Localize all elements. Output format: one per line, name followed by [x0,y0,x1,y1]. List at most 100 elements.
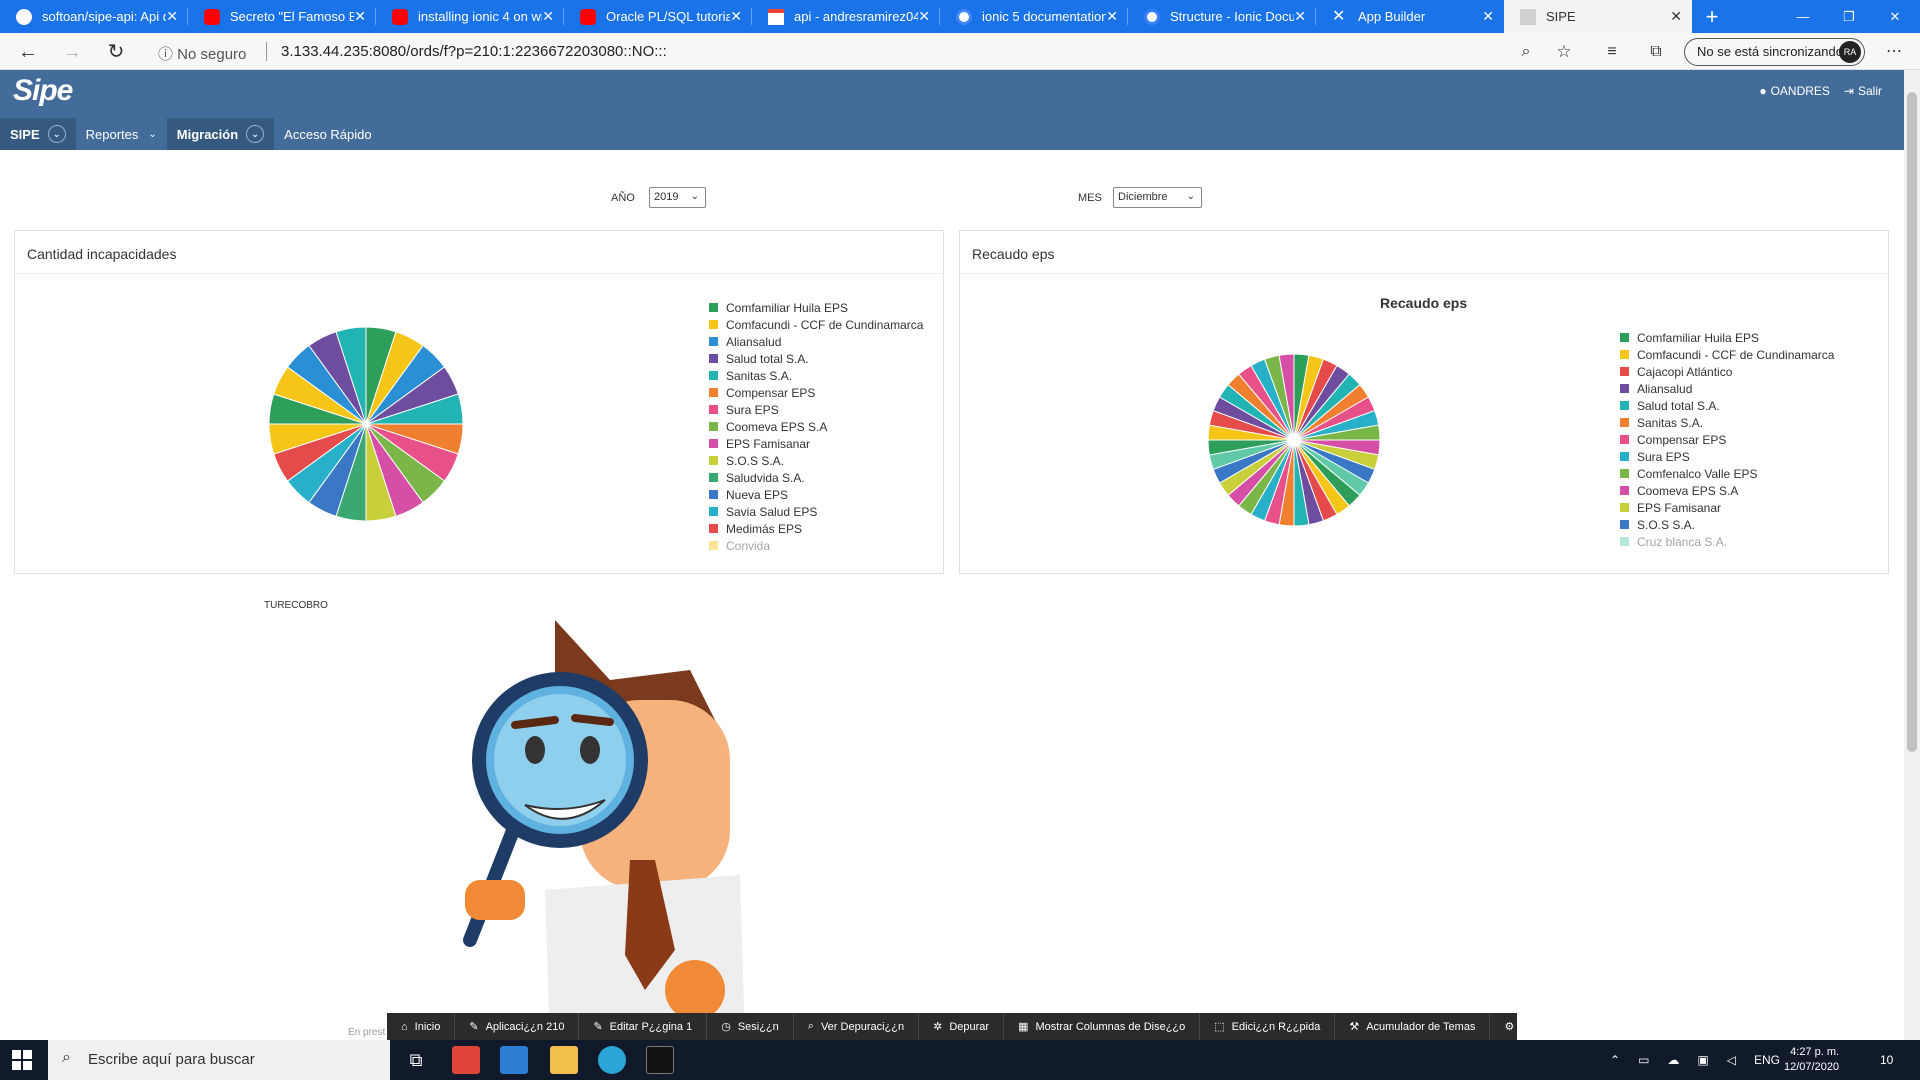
menu-item-acceso-rapido[interactable]: Acceso Rápido [274,118,381,150]
browser-tab[interactable]: softoan/sipe-api: Api d ✕ [0,0,188,33]
notifications-icon[interactable]: 10 [1880,1040,1893,1080]
devbar-theme-roller[interactable]: ⚒ Acumulador de Temas [1335,1013,1491,1040]
windows-start-icon[interactable] [12,1050,32,1070]
menu-item-sipe[interactable]: SIPE ⌄ [0,118,76,150]
devbar-grid-layout[interactable]: ▦ Mostrar Columnas de Dise¿¿o [1004,1013,1201,1040]
chevron-down-icon[interactable]: ⌄ [246,125,265,143]
devbar-application[interactable]: ✎ Aplicaci¿¿n 210 [455,1013,580,1040]
devbar-home[interactable]: ⌂ Inicio [387,1013,456,1040]
legend-item[interactable]: Comfamiliar Huila EPS [1620,329,1870,346]
user-menu[interactable]: ● OANDRES [1759,84,1830,98]
more-icon[interactable]: ⋯ [1880,39,1908,65]
sipe-logo[interactable]: Sipe [13,74,73,108]
month-select[interactable]: Diciembre ⌄ [1113,187,1202,208]
browser-tab[interactable]: ionic 5 documentation ✕ [940,0,1128,33]
legend-item[interactable]: Aliansalud [709,333,939,350]
legend-item[interactable]: Sura EPS [709,401,939,418]
legend-item[interactable]: Compensar EPS [709,384,939,401]
app-red-icon[interactable] [452,1046,480,1074]
legend-item[interactable]: Coomeva EPS S.A [1620,482,1870,499]
legend-item[interactable]: Sanitas S.A. [709,367,939,384]
browser-tab[interactable]: api - andresramirez042 ✕ [752,0,940,33]
language-indicator[interactable]: ENG [1754,1053,1780,1067]
legend-item[interactable]: Convida [709,537,939,553]
url-text[interactable]: 3.133.44.235:8080/ords/f?p=210:1:2236672… [281,43,667,60]
new-tab-button[interactable]: + [1692,0,1732,33]
legend-item[interactable]: Cruz blanca S.A. [1620,533,1870,550]
restore-icon[interactable]: ❐ [1826,0,1872,33]
legend-item[interactable]: Salud total S.A. [1620,397,1870,414]
legend-item[interactable]: Comfacundi - CCF de Cundinamarca [1620,346,1870,363]
terminal-icon[interactable] [646,1046,674,1074]
devbar-quick-edit[interactable]: ⬚ Edici¿¿n R¿¿pida [1200,1013,1336,1040]
legend-item[interactable]: Comfacundi - CCF de Cundinamarca [709,316,939,333]
volume-icon[interactable]: ◁ [1727,1053,1736,1067]
legend-item[interactable]: Nueva EPS [709,486,939,503]
browser-tab[interactable]: ✕ App Builder ✕ [1316,0,1504,33]
sync-button[interactable]: No se está sincronizando RA [1684,38,1865,66]
edge-icon[interactable] [598,1046,626,1074]
refresh-icon[interactable]: ↻ [102,39,130,65]
legend-item[interactable]: S.O.S S.A. [709,452,939,469]
close-icon[interactable]: ✕ [1670,8,1682,25]
legend-item[interactable]: S.O.S S.A. [1620,516,1870,533]
browser-tab[interactable]: Structure - Ionic Docum ✕ [1128,0,1316,33]
year-select[interactable]: 2019 ⌄ [649,187,706,208]
chevron-up-icon[interactable]: ⌃ [1610,1053,1620,1067]
scrollbar-thumb[interactable] [1907,92,1917,752]
network-icon[interactable]: ▣ [1697,1053,1708,1067]
browser-tab[interactable]: Oracle PL/SQL tutorial ✕ [564,0,752,33]
legend-item[interactable]: Compensar EPS [1620,431,1870,448]
legend-item[interactable]: Medimás EPS [709,520,939,537]
close-icon[interactable]: ✕ [542,8,554,25]
logout-link[interactable]: ⇥ Salir [1844,84,1882,98]
favorites-icon[interactable]: ≡ [1598,39,1626,65]
close-icon[interactable]: ✕ [918,8,930,25]
taskbar-search-input[interactable]: ⌕ Escribe aquí para buscar [48,1040,390,1080]
browser-tab[interactable]: Secreto "El Famoso Bib ✕ [188,0,376,33]
battery-icon[interactable]: ▭ [1638,1053,1649,1067]
legend-item[interactable]: Saludvida S.A. [709,469,939,486]
legend-item[interactable]: Cajacopi Atlántico [1620,363,1870,380]
legend-item[interactable]: Coomeva EPS S.A [709,418,939,435]
close-icon[interactable]: ✕ [354,8,366,25]
profile-avatar[interactable]: RA [1839,41,1861,63]
taskbar-clock[interactable]: 4:27 p. m. 12/07/2020 [1784,1045,1839,1075]
devbar-settings[interactable]: ⚙ [1490,1013,1535,1040]
legend-item[interactable]: Sanitas S.A. [1620,414,1870,431]
page-scrollbar[interactable] [1904,70,1920,1040]
minimize-icon[interactable]: — [1780,0,1826,33]
close-icon[interactable]: ✕ [730,8,742,25]
devbar-view-debug[interactable]: ⌕ Ver Depuraci¿¿n [794,1013,920,1040]
favorite-star-icon[interactable]: ☆ [1550,39,1578,65]
menu-item-migracion[interactable]: Migración ⌄ [166,118,275,150]
file-explorer-icon[interactable] [550,1046,578,1074]
zoom-icon[interactable]: ⌕ [1512,39,1540,65]
close-icon[interactable]: ✕ [1106,8,1118,25]
close-icon[interactable]: ✕ [1482,8,1494,25]
url-field[interactable]: ⓘ No seguro 3.133.44.235:8080/ords/f?p=2… [145,38,1585,65]
legend-item[interactable]: Aliansalud [1620,380,1870,397]
devbar-session[interactable]: ◷ Sesi¿¿n [707,1013,794,1040]
devbar-debug[interactable]: ✲ Depurar [919,1013,1005,1040]
legend-item[interactable]: Comfenalco Valle EPS [1620,465,1870,482]
legend-item[interactable]: Sura EPS [1620,448,1870,465]
legend-item[interactable]: Savia Salud EPS [709,503,939,520]
legend-item[interactable]: Comfamiliar Huila EPS [709,299,939,316]
close-icon[interactable]: ✕ [166,8,178,25]
vscode-icon[interactable] [500,1046,528,1074]
devbar-edit-page[interactable]: ✎ Editar P¿¿gina 1 [579,1013,708,1040]
legend-item[interactable]: EPS Famisanar [709,435,939,452]
close-window-icon[interactable]: ✕ [1872,0,1918,33]
collections-icon[interactable]: ⧉ [1642,39,1670,65]
browser-tab[interactable]: installing ionic 4 on wi ✕ [376,0,564,33]
legend-item[interactable]: Salud total S.A. [709,350,939,367]
insecure-indicator[interactable]: ⓘ No seguro [158,43,246,64]
task-view-icon[interactable]: ⧉ [402,1046,430,1074]
legend-item[interactable]: EPS Famisanar [1620,499,1870,516]
menu-item-reportes[interactable]: Reportes ⌄ [76,118,167,150]
browser-tab-active[interactable]: SIPE ✕ [1504,0,1692,33]
forward-icon[interactable]: → [58,39,86,65]
weather-icon[interactable]: ☁ [1667,1053,1679,1067]
chevron-down-icon[interactable]: ⌄ [47,125,66,143]
